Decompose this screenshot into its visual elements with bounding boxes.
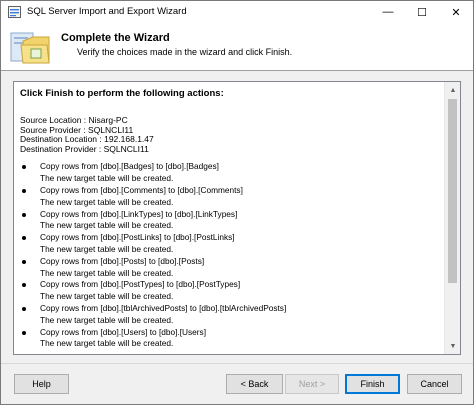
action-item: Copy rows from [dbo].[Posts] to [dbo].[P… bbox=[20, 256, 444, 280]
cancel-button[interactable]: Cancel bbox=[407, 374, 462, 394]
bullet-icon bbox=[22, 306, 26, 311]
bullet-icon bbox=[22, 188, 26, 193]
summary-content: Click Finish to perform the following ac… bbox=[14, 82, 444, 354]
summary-heading: Click Finish to perform the following ac… bbox=[20, 88, 224, 99]
action-item: Copy rows from [dbo].[LinkTypes] to [dbo… bbox=[20, 209, 444, 233]
action-copy: Copy rows from [dbo].[Users] to [dbo].[U… bbox=[40, 326, 206, 337]
bullet-icon bbox=[22, 330, 26, 335]
app-icon bbox=[8, 6, 21, 18]
minimize-button[interactable]: — bbox=[371, 1, 405, 23]
maximize-icon: ☐ bbox=[417, 6, 427, 19]
wizard-header: Complete the Wizard Verify the choices m… bbox=[1, 23, 473, 71]
action-copy: Copy rows from [dbo].[Badges] to [dbo].[… bbox=[40, 161, 219, 172]
action-copy: Copy rows from [dbo].[Comments] to [dbo]… bbox=[40, 184, 243, 195]
action-list: Copy rows from [dbo].[Badges] to [dbo].[… bbox=[20, 161, 444, 350]
action-note: The new target table will be created. bbox=[40, 220, 174, 231]
bullet-icon bbox=[22, 212, 26, 217]
scroll-down-arrow[interactable]: ▼ bbox=[445, 338, 461, 354]
next-button[interactable]: Next > bbox=[285, 374, 339, 394]
action-copy: Copy rows from [dbo].[PostTypes] to [dbo… bbox=[40, 279, 241, 290]
close-icon: ✕ bbox=[451, 6, 461, 19]
back-button[interactable]: < Back bbox=[226, 374, 283, 394]
wizard-folder-icon bbox=[10, 32, 50, 64]
summary-panel[interactable]: Click Finish to perform the following ac… bbox=[13, 81, 461, 355]
action-copy: Copy rows from [dbo].[Posts] to [dbo].[P… bbox=[40, 255, 205, 266]
vertical-scrollbar[interactable]: ▲ ▼ bbox=[444, 82, 460, 354]
title-bar[interactable]: SQL Server Import and Export Wizard — ☐ … bbox=[1, 1, 473, 23]
help-button[interactable]: Help bbox=[14, 374, 69, 394]
footer-divider bbox=[1, 363, 473, 364]
action-note: The new target table will be created. bbox=[40, 291, 174, 302]
chevron-down-icon: ▼ bbox=[449, 342, 457, 350]
action-copy: Copy rows from [dbo].[PostLinks] to [dbo… bbox=[40, 232, 235, 243]
action-item: Copy rows from [dbo].[tblArchivedPosts] … bbox=[20, 303, 444, 327]
header-subtitle: Verify the choices made in the wizard an… bbox=[77, 47, 293, 57]
bullet-icon bbox=[22, 165, 26, 170]
scroll-thumb[interactable] bbox=[448, 99, 457, 283]
destination-provider: Destination Provider : SQLNCLI11 bbox=[20, 143, 149, 154]
action-note: The new target table will be created. bbox=[40, 338, 174, 349]
maximize-button[interactable]: ☐ bbox=[405, 1, 439, 23]
action-item: Copy rows from [dbo].[Badges] to [dbo].[… bbox=[20, 161, 444, 185]
action-copy: Copy rows from [dbo].[tblArchivedPosts] … bbox=[40, 302, 287, 313]
action-note: The new target table will be created. bbox=[40, 314, 174, 325]
finish-button[interactable]: Finish bbox=[345, 374, 400, 394]
window-title: SQL Server Import and Export Wizard bbox=[27, 6, 187, 17]
bullet-icon bbox=[22, 283, 26, 288]
bullet-icon bbox=[22, 259, 26, 264]
chevron-up-icon: ▲ bbox=[449, 86, 457, 94]
action-note: The new target table will be created. bbox=[40, 173, 174, 184]
action-note: The new target table will be created. bbox=[40, 243, 174, 254]
action-note: The new target table will be created. bbox=[40, 267, 174, 278]
action-copy: Copy rows from [dbo].[LinkTypes] to [dbo… bbox=[40, 208, 238, 219]
action-item: Copy rows from [dbo].[PostLinks] to [dbo… bbox=[20, 232, 444, 256]
action-item: Copy rows from [dbo].[PostTypes] to [dbo… bbox=[20, 279, 444, 303]
action-item: Copy rows from [dbo].[Comments] to [dbo]… bbox=[20, 185, 444, 209]
scroll-up-arrow[interactable]: ▲ bbox=[445, 82, 461, 98]
bullet-icon bbox=[22, 236, 26, 241]
action-item: Copy rows from [dbo].[Users] to [dbo].[U… bbox=[20, 327, 444, 351]
close-button[interactable]: ✕ bbox=[439, 1, 473, 23]
minimize-icon: — bbox=[382, 6, 394, 18]
action-note: The new target table will be created. bbox=[40, 196, 174, 207]
wizard-window: SQL Server Import and Export Wizard — ☐ … bbox=[0, 0, 474, 405]
header-title: Complete the Wizard bbox=[61, 32, 170, 44]
